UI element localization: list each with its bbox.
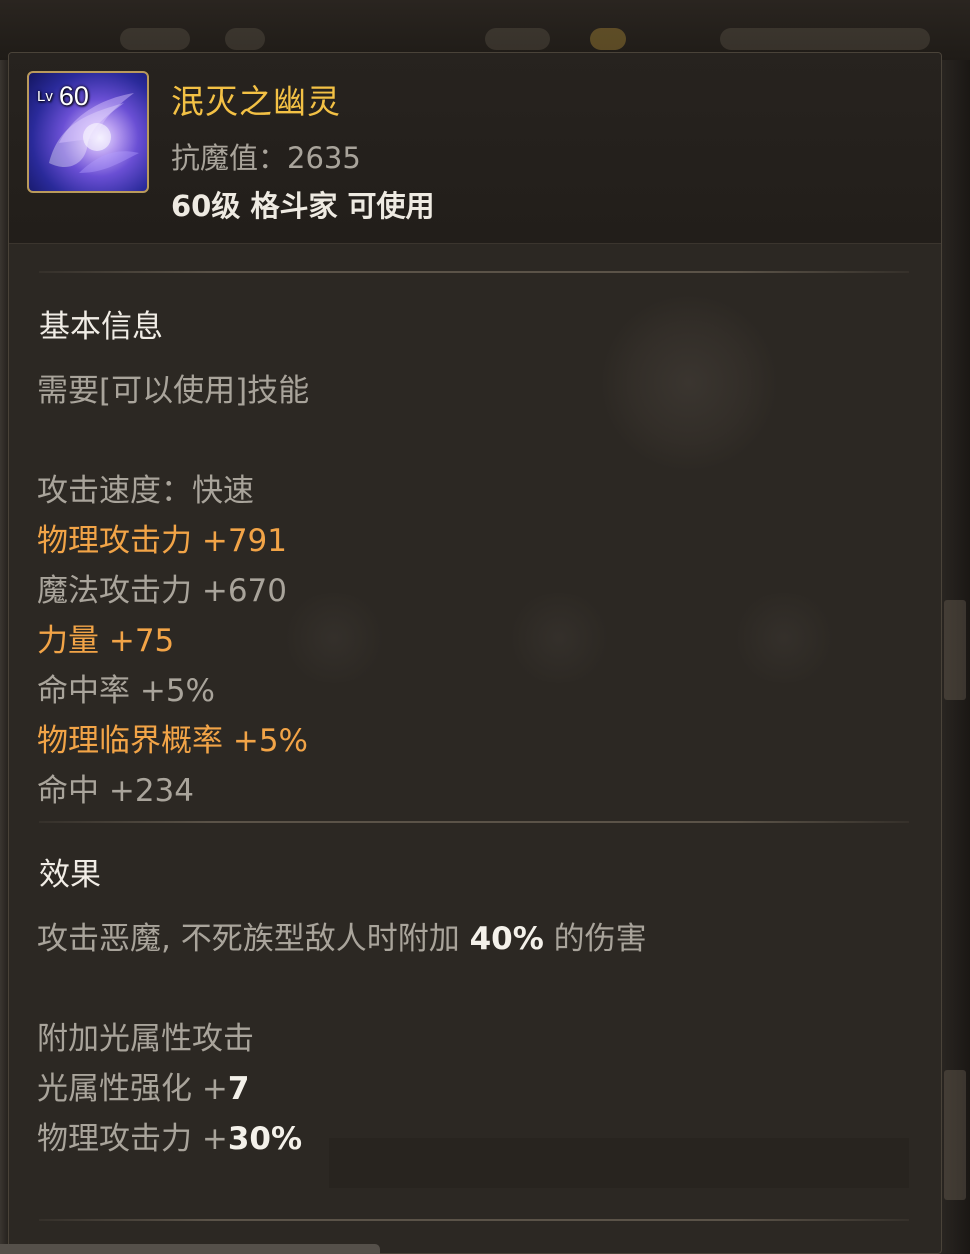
- item-name: 泯灭之幽灵: [171, 82, 341, 121]
- effect-text: 攻击恶魔, 不死族型敌人时附加: [37, 921, 470, 957]
- effect-text: 物理攻击力 +: [37, 1121, 228, 1157]
- level-badge: Lv 60: [37, 81, 89, 112]
- effect-value: 30%: [227, 1121, 303, 1157]
- stat-magic-attack: 魔法攻击力 +670: [37, 573, 287, 609]
- stat-strength: 力量 +75: [37, 623, 175, 659]
- section-title-effect: 效果: [39, 857, 101, 893]
- effect-physical-attack-percent: 物理攻击力 +30%: [37, 1113, 302, 1158]
- background-slot: [944, 600, 966, 700]
- effect-text: 的伤害: [543, 921, 647, 957]
- background-blur: [225, 28, 265, 50]
- item-tooltip: Lv 60 泯灭之幽灵 抗魔值：2635 60级 格斗家 可使用 基本信息 需要[…: [8, 52, 942, 1254]
- skill-requirement: 需要[可以使用]技能: [37, 373, 310, 409]
- effect-light-attack: 附加光属性攻击: [37, 1021, 254, 1057]
- level-prefix: Lv: [37, 88, 53, 105]
- effect-bonus-damage: 攻击恶魔, 不死族型敌人时附加 40% 的伤害: [37, 913, 647, 958]
- divider: [39, 821, 909, 823]
- background-blur: [120, 28, 190, 50]
- divider: [39, 271, 909, 273]
- effect-value: 7: [227, 1071, 250, 1107]
- resist-value: 抗魔值：2635: [171, 141, 361, 175]
- effect-value: 40%: [469, 921, 544, 957]
- background-blur: [720, 28, 930, 50]
- attack-speed: 攻击速度：快速: [37, 473, 254, 509]
- section-title-basic: 基本信息: [39, 309, 163, 345]
- stat-physical-crit: 物理临界概率 +5%: [37, 723, 309, 759]
- stat-hit-rate: 命中率 +5%: [37, 673, 216, 709]
- background-bar: [329, 1138, 909, 1188]
- background-blur: [485, 28, 550, 50]
- background-slot: [944, 1070, 966, 1200]
- emblem-watermark: [599, 293, 779, 473]
- background-top-bar: [0, 0, 970, 60]
- purple-spirit-flame-icon[interactable]: Lv 60: [27, 71, 149, 193]
- background-blur: [279, 593, 389, 683]
- usable-requirement: 60级 格斗家 可使用: [171, 189, 435, 223]
- background-blur: [590, 28, 626, 50]
- stat-physical-attack: 物理攻击力 +791: [37, 523, 287, 559]
- background-blur: [729, 593, 839, 683]
- level-number: 60: [58, 81, 89, 111]
- background-blur: [504, 593, 614, 683]
- stat-hit: 命中 +234: [37, 773, 194, 809]
- effect-text: 光属性强化 +: [37, 1071, 228, 1107]
- divider: [39, 1219, 909, 1221]
- background-right-edge: [940, 60, 970, 1254]
- effect-light-enhance: 光属性强化 +7: [37, 1063, 249, 1108]
- scrollbar[interactable]: [0, 1244, 380, 1254]
